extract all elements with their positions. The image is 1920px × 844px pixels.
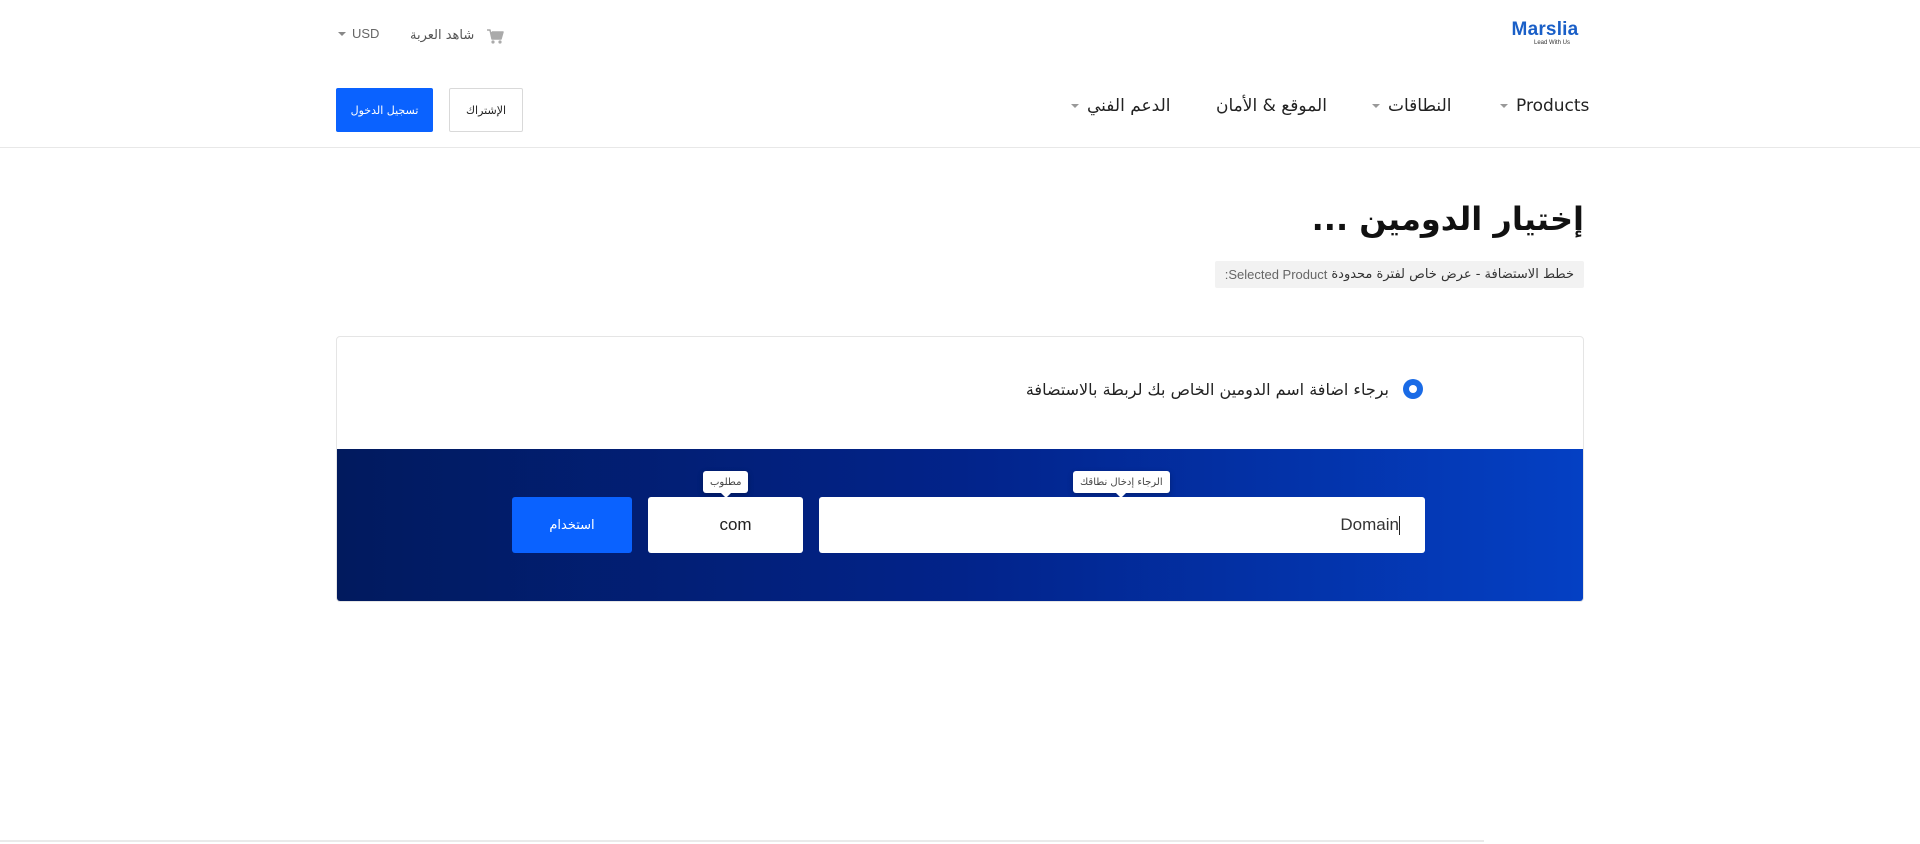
- cart-label: شاهد العربة: [410, 27, 475, 43]
- signup-button[interactable]: الإشتراك: [449, 88, 523, 132]
- chevron-down-icon: [1500, 104, 1508, 108]
- currency-label: USD: [352, 26, 380, 41]
- domain-search-panel: الرجاء إدخال نطاقك مطلوب Domain com استخ…: [337, 449, 1583, 601]
- nav-item-products[interactable]: Products: [1500, 96, 1589, 116]
- nav-item-domains[interactable]: النطاقات: [1372, 96, 1451, 116]
- nav-item-label: النطاقات: [1388, 96, 1452, 116]
- selected-product-label: Selected Product:: [1224, 267, 1328, 282]
- domain-option-own[interactable]: برجاء اضافة اسم الدومين الخاص بك لربطة ب…: [1026, 379, 1423, 399]
- nav-item-support[interactable]: الدعم الفني: [1071, 96, 1171, 116]
- domain-option-label: برجاء اضافة اسم الدومين الخاص بك لربطة ب…: [1025, 379, 1389, 399]
- tld-input-value: com: [719, 515, 752, 534]
- chevron-down-icon: [1372, 104, 1380, 108]
- logo-text: Marslia: [1511, 19, 1579, 40]
- selected-product-value: خطط الاستضافة - عرض خاص لفترة محدودة: [1331, 267, 1574, 282]
- chevron-down-icon: [338, 31, 346, 36]
- nav-item-label: الدعم الفني: [1087, 96, 1171, 116]
- domain-option-card: برجاء اضافة اسم الدومين الخاص بك لربطة ب…: [336, 336, 1584, 602]
- cart-icon: [484, 24, 506, 46]
- radio-selected-icon[interactable]: [1403, 379, 1423, 399]
- tld-required-tooltip: مطلوب: [703, 471, 749, 498]
- selected-product-badge: خطط الاستضافة - عرض خاص لفترة محدودة Sel…: [1214, 261, 1584, 288]
- logo-tagline: Lead With Us: [1533, 40, 1570, 46]
- currency-selector[interactable]: USD: [338, 26, 379, 41]
- nav-item-website-security[interactable]: الموقع & الأمان: [1216, 96, 1327, 116]
- domain-input-value: Domain: [1340, 515, 1399, 534]
- main-nav: Products النطاقات الموقع & الأمان الدعم …: [0, 88, 1920, 132]
- tld-input[interactable]: com: [648, 497, 803, 553]
- page-scroll-edge: [0, 840, 1484, 842]
- view-cart-link[interactable]: شاهد العربة: [410, 22, 506, 48]
- nav-item-label: الموقع & الأمان: [1216, 96, 1327, 116]
- chevron-down-icon: [1071, 104, 1079, 108]
- top-bar: Marslia Lead With Us شاهد العربة USD: [0, 0, 1920, 70]
- page-title: إختيار الدومين ...: [1311, 200, 1584, 238]
- header-divider: [0, 147, 1920, 148]
- use-domain-button[interactable]: استخدام: [512, 497, 632, 553]
- domain-required-tooltip: الرجاء إدخال نطاقك: [1073, 471, 1170, 498]
- brand-logo[interactable]: Marslia Lead With Us: [1510, 20, 1580, 50]
- domain-input[interactable]: Domain: [819, 497, 1425, 553]
- nav-item-label: Products: [1516, 96, 1590, 116]
- text-cursor: [1399, 515, 1400, 535]
- login-button[interactable]: تسجيل الدخول: [336, 88, 433, 132]
